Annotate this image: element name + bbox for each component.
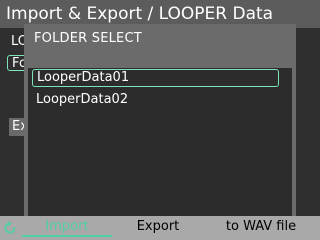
folder-item-looperdata02[interactable]: LooperData02 [32, 91, 279, 109]
folder-list[interactable]: LooperData01 LooperData02 [28, 68, 292, 216]
folder-item-looperdata01[interactable]: LooperData01 [32, 69, 279, 87]
page-title: Import & Export / LOOPER Data [6, 4, 274, 24]
to-wav-file-button[interactable]: to WAV file [206, 216, 316, 240]
folder-select-dialog: FOLDER SELECT LooperData01 LooperData02 [24, 24, 296, 216]
return-arrow-icon[interactable] [2, 220, 18, 236]
export-button[interactable]: Export [114, 216, 202, 240]
dialog-title: FOLDER SELECT [34, 31, 142, 46]
import-active-indicator [22, 235, 112, 237]
